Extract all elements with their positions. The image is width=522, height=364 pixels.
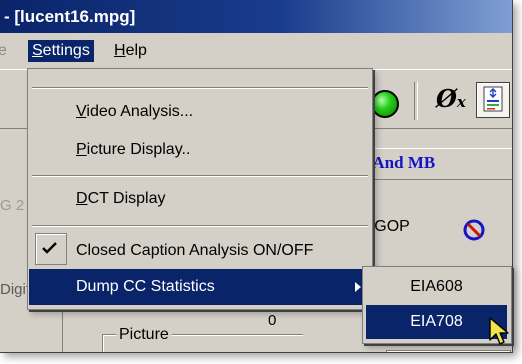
menu-settings-label-rest: ettings bbox=[42, 42, 90, 59]
submenu-arrow-icon bbox=[355, 282, 361, 292]
menu-item-label: Video Analysis... bbox=[76, 94, 193, 130]
toolbar-separator bbox=[414, 82, 418, 120]
label-rest: CT Display bbox=[87, 190, 166, 207]
menu-item-closed-caption[interactable]: Closed Caption Analysis ON/OFF bbox=[29, 233, 371, 269]
document-icon bbox=[483, 86, 503, 112]
menu-item-label: Dump CC Statistics bbox=[76, 278, 215, 295]
accesskey: P bbox=[76, 141, 87, 158]
menu-separator bbox=[32, 175, 368, 177]
menu-item-label: Closed Caption Analysis ON/OFF bbox=[76, 242, 314, 259]
menu-help-label-rest: elp bbox=[125, 42, 147, 59]
frame-number-field[interactable]: 00001 bbox=[386, 350, 511, 352]
title-bar[interactable]: - [lucent16.mpg] bbox=[0, 0, 512, 33]
menu-settings-accesskey: S bbox=[32, 42, 43, 59]
menu-item-label: DCT Display bbox=[76, 181, 166, 217]
left-edge-label: G 2 bbox=[0, 197, 25, 214]
picture-group-label: Picture bbox=[116, 326, 172, 344]
accesskey: D bbox=[76, 190, 88, 207]
submenu-item-eia708[interactable]: EIA708 bbox=[366, 305, 507, 339]
phi-x-main: Ø bbox=[436, 84, 457, 113]
menu-item-video-analysis[interactable]: Video Analysis... bbox=[29, 94, 371, 130]
document-icon-button[interactable] bbox=[476, 82, 510, 118]
menu-separator bbox=[32, 225, 368, 227]
label-rest: ideo Analysis... bbox=[86, 103, 194, 120]
screen: - [lucent16.mpg] e Settings Help Øx bbox=[0, 0, 522, 364]
arrow-cursor-icon bbox=[489, 317, 509, 345]
menu-item-picture-display[interactable]: Picture Display.. bbox=[29, 132, 371, 168]
green-circle-icon[interactable] bbox=[371, 90, 399, 118]
phi-x-sub: x bbox=[456, 93, 466, 111]
menu-separator bbox=[32, 87, 368, 89]
settings-dropdown: Video Analysis... Picture Display.. DCT … bbox=[27, 68, 373, 310]
menu-item-partial[interactable]: e bbox=[0, 40, 11, 62]
zero-value: 0 bbox=[268, 312, 277, 329]
menu-help-accesskey: H bbox=[114, 42, 126, 59]
checkmark-icon bbox=[42, 242, 57, 254]
submenu-item-eia608[interactable]: EIA608 bbox=[366, 270, 507, 304]
menu-item-label: Picture Display.. bbox=[76, 132, 190, 168]
accesskey: V bbox=[76, 103, 87, 120]
menu-settings[interactable]: Settings bbox=[28, 40, 94, 62]
phi-x-icon[interactable]: Øx bbox=[436, 84, 466, 113]
no-entry-icon bbox=[463, 219, 485, 241]
label-rest: icture Display.. bbox=[86, 141, 191, 158]
checkmark-box bbox=[35, 233, 67, 265]
menu-item-dct-display[interactable]: DCT Display bbox=[29, 181, 371, 217]
menu-item-dump-cc-statistics[interactable]: Dump CC Statistics bbox=[29, 269, 371, 305]
menu-bar: e Settings Help bbox=[0, 33, 512, 69]
window-title: - [lucent16.mpg] bbox=[4, 7, 136, 26]
menu-help[interactable]: Help bbox=[110, 40, 151, 62]
